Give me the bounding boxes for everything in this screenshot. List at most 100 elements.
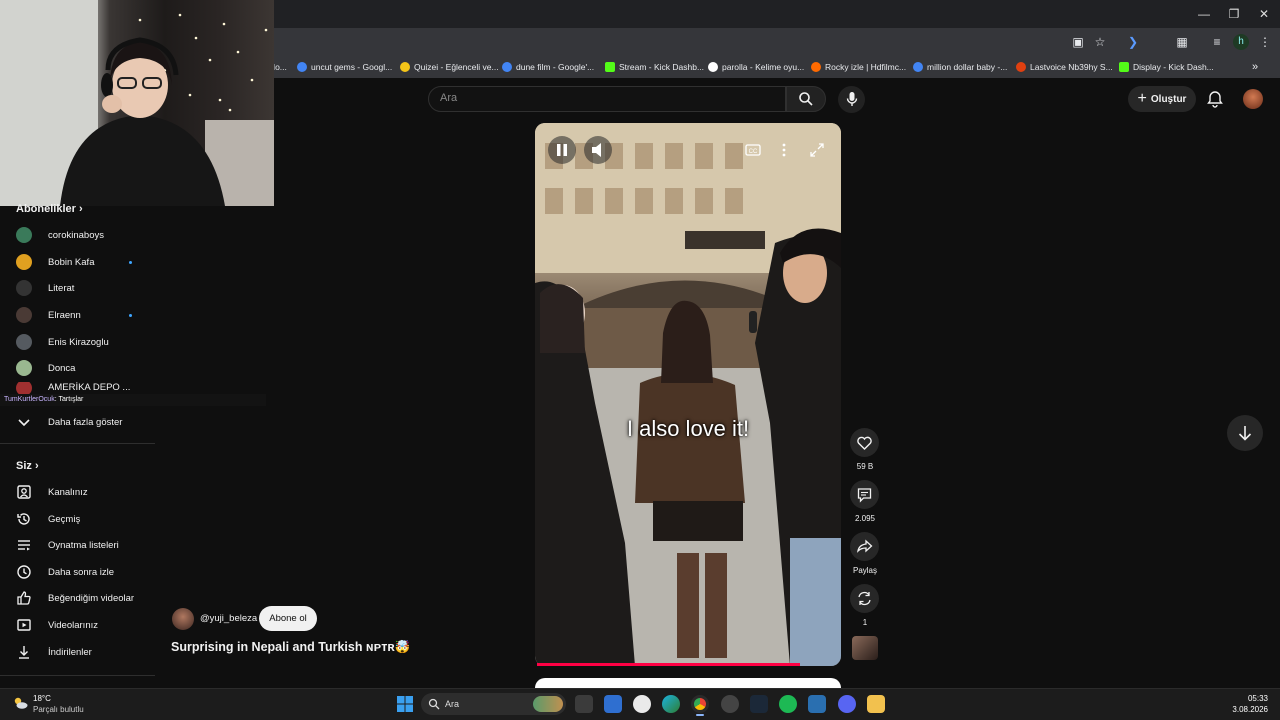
windows-logo-icon bbox=[397, 696, 413, 712]
vpn-icon[interactable] bbox=[808, 695, 826, 713]
next-short-button[interactable] bbox=[1227, 415, 1263, 451]
sidebar-item-liked-videos[interactable]: Beğendiğim videolar bbox=[0, 585, 150, 611]
notifications-bell-icon[interactable] bbox=[1206, 90, 1224, 108]
bookmark-item[interactable]: Stream - Kick Dashb... bbox=[605, 60, 704, 74]
subscription-item[interactable]: AMERİKA DEPO ... bbox=[0, 382, 150, 394]
sidebar-item-your-videos[interactable]: Videolarınız bbox=[0, 612, 150, 638]
bookmark-item[interactable]: Rocky izle | Hdfilmc... bbox=[811, 60, 906, 74]
obs-icon[interactable] bbox=[721, 695, 739, 713]
bookmark-item[interactable]: dune film - Google'... bbox=[502, 60, 594, 74]
subscription-item[interactable]: Donca bbox=[0, 355, 150, 381]
show-more-button[interactable]: Daha fazla göster bbox=[0, 409, 150, 435]
video-title[interactable]: Surprising in Nepali and Turkish ɴᴘᴛʀ🤯 bbox=[171, 640, 410, 655]
weather-description[interactable]: Parçalı bulutlu bbox=[33, 705, 84, 714]
new-content-dot bbox=[129, 313, 132, 317]
captions-button[interactable]: CC bbox=[739, 136, 767, 164]
chevron-down-icon bbox=[18, 419, 30, 427]
subscription-item[interactable]: Elraenn bbox=[0, 302, 150, 328]
clock-date[interactable]: 3.08.2026 bbox=[1218, 705, 1268, 714]
channel-avatar bbox=[16, 360, 32, 376]
fullscreen-button[interactable] bbox=[803, 136, 831, 164]
sidebar-item-your-channel[interactable]: Kanalınız bbox=[0, 479, 150, 505]
edge-icon[interactable] bbox=[662, 695, 680, 713]
bookmark-item[interactable]: Quizei - Eğlenceli ve... bbox=[400, 60, 499, 74]
share-button[interactable] bbox=[850, 532, 879, 561]
volume-button[interactable] bbox=[584, 136, 612, 164]
discord-icon[interactable] bbox=[838, 695, 856, 713]
search-button[interactable] bbox=[786, 86, 826, 112]
spotify-icon[interactable] bbox=[779, 695, 797, 713]
share-arrow-icon bbox=[857, 539, 873, 553]
bookmark-item[interactable]: Display - Kick Dash... bbox=[1119, 60, 1214, 74]
comment-count: 2.095 bbox=[854, 514, 876, 523]
you-section-title[interactable]: Siz › bbox=[16, 460, 39, 472]
remix-count: 1 bbox=[862, 618, 868, 627]
more-vert-icon bbox=[782, 143, 786, 157]
video-frame-image bbox=[535, 123, 841, 666]
history-icon bbox=[17, 513, 30, 525]
extension-icon[interactable]: ❯ bbox=[1125, 34, 1141, 50]
voice-search-button[interactable] bbox=[838, 86, 865, 113]
parolla-icon bbox=[708, 62, 718, 72]
bookmark-item[interactable]: Lastvoice Nb39hy S... bbox=[1016, 60, 1113, 74]
sidebar-item-history[interactable]: Geçmiş bbox=[0, 506, 150, 532]
download-icon bbox=[19, 646, 29, 659]
file-explorer-icon[interactable] bbox=[867, 695, 885, 713]
next-short-preview[interactable] bbox=[535, 678, 841, 688]
bookmark-star-icon[interactable]: ☆ bbox=[1092, 34, 1108, 50]
channel-avatar[interactable] bbox=[172, 608, 194, 630]
sidebar-item-playlists[interactable]: Oynatma listeleri bbox=[0, 532, 150, 558]
microphone-icon bbox=[846, 92, 857, 106]
pause-button[interactable] bbox=[548, 136, 576, 164]
like-button[interactable] bbox=[850, 428, 879, 457]
create-button[interactable]: + Oluştur bbox=[1128, 86, 1196, 112]
fullscreen-icon bbox=[810, 143, 824, 157]
install-app-icon[interactable]: ▣ bbox=[1070, 34, 1086, 50]
chrome-icon[interactable] bbox=[691, 695, 709, 713]
bookmark-item[interactable]: uncut gems - Googl... bbox=[297, 60, 392, 74]
clock-time[interactable]: 05:33 bbox=[1238, 694, 1268, 703]
close-icon[interactable]: ✕ bbox=[1256, 6, 1272, 22]
audio-thumbnail[interactable] bbox=[852, 636, 878, 660]
comments-button[interactable] bbox=[850, 480, 879, 509]
search-input[interactable] bbox=[428, 86, 786, 112]
more-options-button[interactable] bbox=[770, 136, 798, 164]
subscription-item[interactable]: Bobin Kafa bbox=[0, 249, 150, 275]
weather-temperature[interactable]: 18°C bbox=[33, 694, 51, 703]
sidebar-item-watch-later[interactable]: Daha sonra izle bbox=[0, 559, 150, 585]
closed-captions-icon: CC bbox=[745, 144, 761, 156]
subscription-item[interactable]: corokinaboys bbox=[0, 222, 150, 248]
video-icon bbox=[17, 619, 31, 631]
sidebar-item-downloads[interactable]: İndirilenler bbox=[0, 639, 150, 665]
minimize-icon[interactable]: — bbox=[1196, 6, 1212, 22]
task-view-icon[interactable] bbox=[575, 695, 593, 713]
profile-avatar[interactable]: h bbox=[1233, 34, 1249, 50]
channel-name[interactable]: @yuji_beleza bbox=[200, 613, 257, 624]
subscription-item[interactable]: Enis Kirazoglu bbox=[0, 329, 150, 355]
short-video-player[interactable] bbox=[535, 123, 841, 666]
like-count: 59 B bbox=[856, 462, 874, 471]
remix-button[interactable] bbox=[850, 584, 879, 613]
channel-avatar bbox=[16, 334, 32, 350]
bookmark-item[interactable]: parolla - Kelime oyu... bbox=[708, 60, 804, 74]
partly-cloudy-icon[interactable] bbox=[12, 696, 28, 710]
windows-start-icon[interactable] bbox=[396, 695, 414, 713]
subscription-item[interactable]: Literat bbox=[0, 275, 150, 301]
restore-icon[interactable]: ❐ bbox=[1226, 6, 1242, 22]
video-progress-bar[interactable] bbox=[537, 663, 800, 666]
subscribe-button[interactable]: Abone ol bbox=[259, 606, 317, 631]
steam-icon[interactable] bbox=[750, 695, 768, 713]
account-avatar[interactable] bbox=[1243, 89, 1263, 109]
google-icon bbox=[502, 62, 512, 72]
arrow-down-icon bbox=[1238, 426, 1252, 441]
video-caption-text: I also love it! bbox=[626, 416, 750, 441]
chrome-menu-icon[interactable]: ⋮ bbox=[1257, 34, 1273, 50]
bookmark-item[interactable]: million dollar baby -... bbox=[913, 60, 1007, 74]
extensions-puzzle-icon[interactable]: ▦ bbox=[1174, 34, 1190, 50]
subscriptions-title[interactable]: Abonelikler › bbox=[16, 203, 83, 215]
chevron-right-icon: › bbox=[78, 203, 83, 215]
bookmarks-overflow-icon[interactable]: » bbox=[1252, 60, 1258, 74]
store-icon[interactable] bbox=[604, 695, 622, 713]
chatgpt-icon[interactable] bbox=[633, 695, 651, 713]
media-controls-icon[interactable]: ≡ bbox=[1209, 34, 1225, 50]
